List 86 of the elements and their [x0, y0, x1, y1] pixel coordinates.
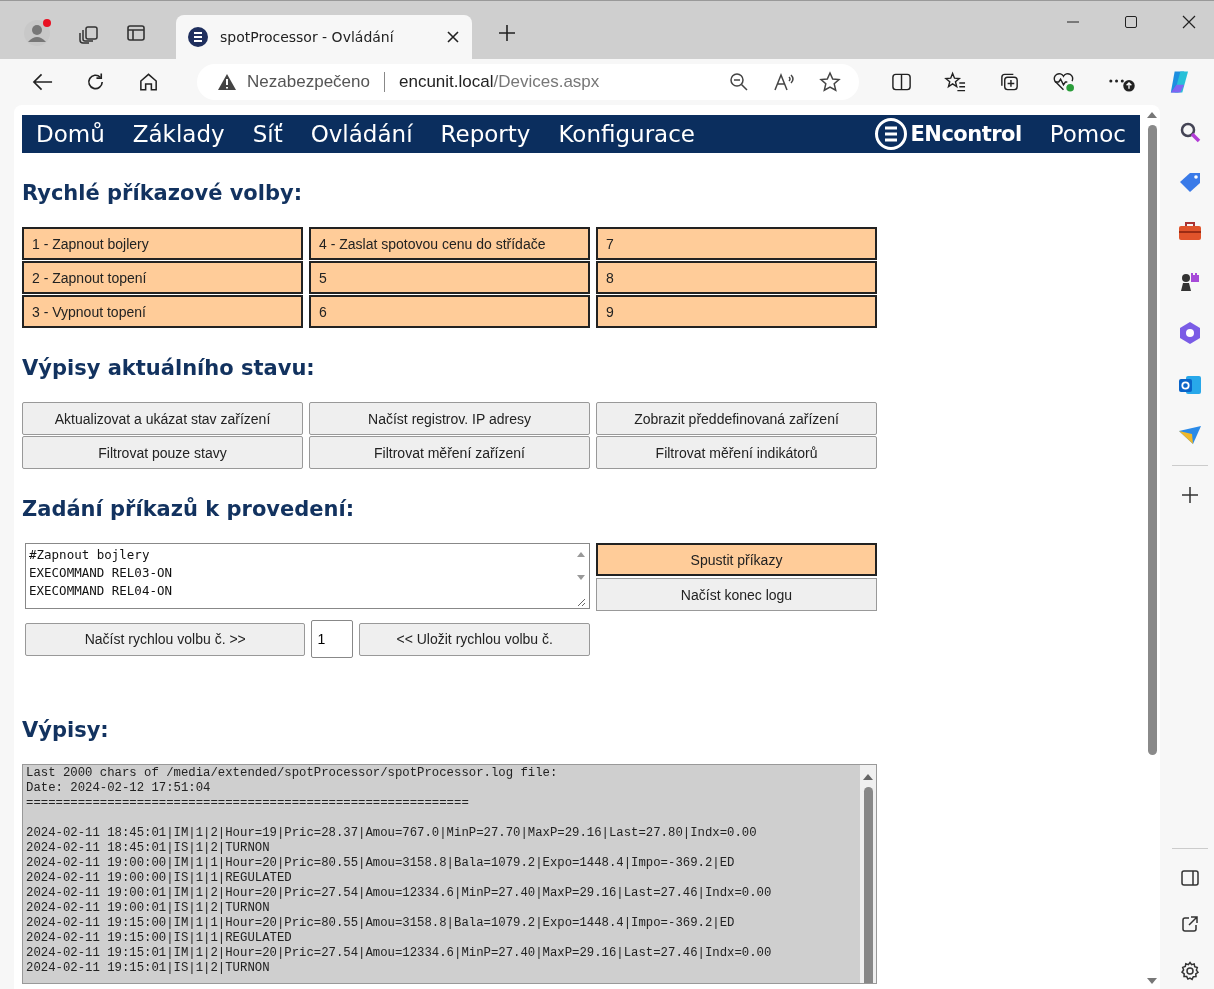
nav-link[interactable]: Domů — [36, 121, 105, 147]
scroll-up-icon[interactable] — [1146, 111, 1158, 119]
warning-icon — [217, 73, 238, 91]
command-input-field[interactable]: #Zapnout bojlery EXECOMMAND REL03-ON EXECOMMAND REL04-ON — [25, 543, 590, 609]
nav-link[interactable]: Základy — [132, 121, 225, 147]
url-text: encunit.local/Devices.aspx — [398, 72, 600, 92]
health-icon[interactable] — [1051, 71, 1075, 93]
nav-link[interactable]: Reporty — [440, 121, 531, 147]
section-heading: Rychlé příkazové volby: — [22, 181, 304, 205]
load-quick-command-button[interactable]: Načíst rychlou volbu č. >> — [25, 622, 306, 656]
paper-plane-icon[interactable] — [1178, 425, 1202, 445]
log-line: 2024-02-11 18:45:01|IM|1|2|Hour=19|Pric=28.37|Amou=767.0|MinP=27.70|MaxP=29.16|Last=27.80|Indx=0.00 — [26, 826, 758, 841]
log-line: 2024-02-11 19:00:01|IS|1|2|TURNON — [26, 901, 271, 916]
quick-command-button[interactable]: 8 — [596, 261, 877, 294]
section-heading: Zadání příkazů k provedení: — [22, 497, 356, 521]
nav-link[interactable]: Síť — [252, 121, 283, 147]
nav-link[interactable]: Konfigurace — [558, 121, 695, 147]
quick-command-button[interactable]: 9 — [596, 295, 877, 328]
browser-tab[interactable]: spotProcessor - Ovládání — [176, 15, 472, 59]
status-button[interactable]: Filtrovat pouze stavy — [22, 436, 303, 469]
log-line: 2024-02-11 19:00:01|IM|1|2|Hour=20|Pric=27.54|Amou=12334.6|MinP=27.40|MaxP=29.16|Last=27.46|Indx=0.00 — [26, 886, 773, 901]
mail-app-icon[interactable] — [1178, 373, 1202, 397]
log-line: 2024-02-11 19:15:01|IM|1|2|Hour=20|Pric=27.54|Amou=12334.6|MinP=27.40|MaxP=29.16|Last=27.46|Indx=0.00 — [26, 946, 773, 961]
section-heading: Výpisy: — [22, 718, 110, 742]
logo-text: ENcontrol — [910, 122, 1022, 146]
log-line: 2024-02-11 18:45:01|IS|1|2|TURNON — [26, 841, 271, 856]
star-icon[interactable] — [818, 71, 841, 93]
tag-icon[interactable] — [1178, 171, 1202, 193]
address-field[interactable]: Nezabezpečeno encunit.local/Devices.aspx — [197, 64, 859, 100]
quick-command-button[interactable]: 1 - Zapnout bojlery — [22, 227, 303, 260]
security-warning[interactable]: Nezabezpečeno — [247, 72, 370, 92]
logo-icon — [874, 117, 909, 151]
status-button[interactable]: Filtrovat měření zařízení — [309, 436, 590, 469]
site-favicon-icon — [188, 27, 208, 47]
command-button[interactable]: Spustit příkazy — [596, 543, 877, 576]
quick-command-button[interactable]: 7 — [596, 227, 877, 260]
search-icon[interactable] — [1179, 121, 1201, 143]
maximize-icon[interactable] — [1124, 15, 1138, 29]
read-aloud-icon[interactable] — [772, 72, 795, 92]
home-icon[interactable] — [138, 71, 160, 93]
command-button[interactable]: Načíst konec logu — [596, 578, 877, 611]
log-line: 2024-02-11 19:00:00|IM|1|1|Hour=20|Pric=80.55|Amou=3158.8|Bala=1079.2|Expo=1448.4|Impo=-369.2|ED — [26, 856, 736, 871]
log-line: 2024-02-11 19:15:00|IM|1|1|Hour=20|Pric=80.55|Amou=3158.8|Bala=1079.2|Expo=1448.4|Impo=-369.2|ED — [26, 916, 736, 931]
quick-command-button[interactable]: 6 — [309, 295, 590, 328]
log-line: 2024-02-11 19:00:00|IS|1|1|REGULATED — [26, 871, 293, 886]
add-icon[interactable] — [1181, 486, 1199, 504]
quick-command-button[interactable]: 4 - Zaslat spotovou cenu do střídače — [309, 227, 590, 260]
resize-grip-icon[interactable] — [576, 597, 586, 607]
scroll-down-icon[interactable] — [1146, 977, 1158, 985]
status-button[interactable]: Filtrovat měření indikátorů — [596, 436, 877, 469]
save-quick-command-button[interactable]: << Uložit rychlou volbu č. — [359, 622, 590, 656]
log-line: Date: 2024-02-12 17:51:04 — [26, 781, 212, 796]
scroll-up-icon[interactable] — [862, 773, 874, 781]
toolbox-icon[interactable] — [1178, 221, 1202, 241]
command-text: #Zapnout bojlery EXECOMMAND REL03-ON EXECOMMAND REL04-ON — [28, 546, 173, 600]
favorites-icon[interactable] — [943, 71, 967, 93]
section-heading: Výpisy aktuálního stavu: — [22, 356, 316, 380]
profile-avatar-icon[interactable] — [22, 18, 52, 48]
hexagon-logo-icon[interactable] — [1179, 321, 1201, 345]
close-icon[interactable] — [446, 30, 460, 44]
zoom-out-icon[interactable] — [728, 72, 749, 92]
new-tab-icon[interactable] — [498, 24, 516, 42]
scroll-down-icon[interactable] — [576, 573, 586, 582]
log-line: 2024-02-11 19:15:01|IS|1|2|TURNON — [26, 961, 271, 976]
settings-icon[interactable] — [1180, 961, 1200, 981]
log-line: Last 2000 chars of /media/extended/spotProcessor/spotProcessor.log file: — [26, 766, 559, 781]
nav-link[interactable]: Ovládání — [310, 121, 413, 147]
sidebar-toggle-icon[interactable] — [1180, 869, 1200, 887]
slot-number-field[interactable]: 1 — [311, 620, 354, 658]
scroll-up-icon[interactable] — [576, 550, 586, 558]
log-line: 2024-02-11 19:15:00|IS|1|1|REGULATED — [26, 931, 293, 946]
quick-command-button[interactable]: 3 - Vypnout topení — [22, 295, 303, 328]
quick-command-button[interactable]: 2 - Zapnout topení — [22, 261, 303, 294]
quick-command-button[interactable]: 5 — [309, 261, 590, 294]
back-arrow-icon[interactable] — [32, 72, 54, 92]
close-icon[interactable] — [1182, 15, 1196, 29]
tab-actions-icon[interactable] — [126, 23, 146, 43]
status-button[interactable]: Načíst registrov. IP adresy — [309, 402, 590, 435]
status-button[interactable]: Zobrazit předdefinovaná zařízení — [596, 402, 877, 435]
status-button[interactable]: Aktualizovat a ukázat stav zařízení — [22, 402, 303, 435]
split-screen-icon[interactable] — [890, 72, 912, 92]
external-link-icon[interactable] — [1181, 915, 1199, 933]
nav-link[interactable]: Pomoc — [1049, 121, 1126, 147]
collections-icon[interactable] — [998, 71, 1020, 93]
log-line: ============================================================ — [26, 796, 470, 811]
scrollbar[interactable] — [860, 765, 876, 983]
